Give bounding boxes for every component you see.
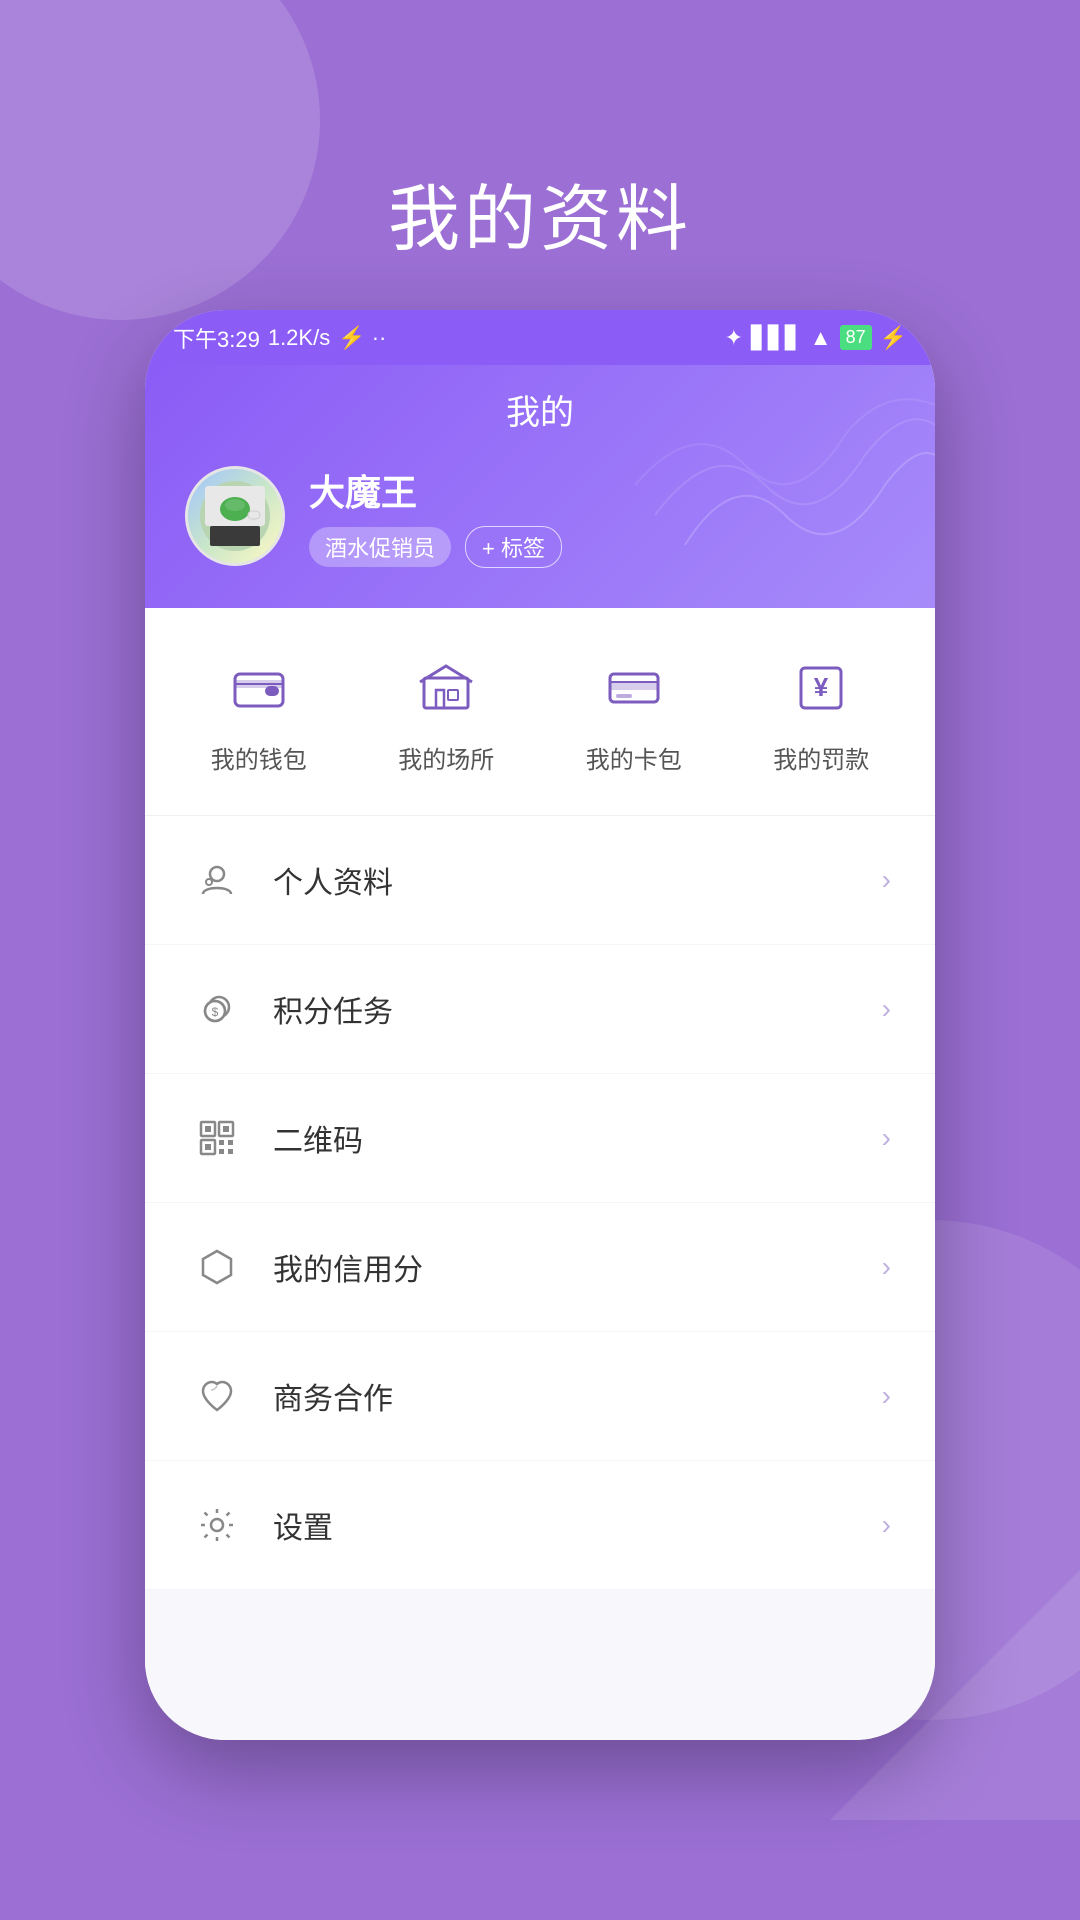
credit-arrow: › [882, 1251, 891, 1283]
action-wallet[interactable]: 我的钱包 [211, 648, 307, 775]
profile-arrow: › [882, 864, 891, 896]
wallet-icon [231, 660, 287, 716]
heart-icon [189, 1368, 245, 1424]
venue-icon-wrap [406, 648, 486, 728]
card-label: 我的卡包 [586, 740, 682, 775]
wifi-icon: ▲ [810, 325, 832, 351]
user-info: 大魔王 酒水促销员 + 标签 [309, 464, 562, 568]
user-badges: 酒水促销员 + 标签 [309, 526, 562, 568]
coins-icon: $ [189, 981, 245, 1037]
menu-item-credit[interactable]: 我的信用分 › [145, 1203, 935, 1332]
menu-item-settings[interactable]: 设置 › [145, 1461, 935, 1590]
status-time: 下午3:29 [173, 322, 260, 354]
venue-label: 我的场所 [398, 740, 494, 775]
status-network: 1.2K/s [268, 325, 330, 351]
tag-badge[interactable]: + 标签 [465, 526, 562, 568]
action-fine[interactable]: ¥ 我的罚款 [773, 648, 869, 775]
status-right: ✦ ▋▋▋ ▲ 87 ⚡ [725, 325, 907, 351]
menu-item-business[interactable]: 商务合作 › [145, 1332, 935, 1461]
menu-item-profile[interactable]: 个人资料 › [145, 816, 935, 945]
status-left: 下午3:29 1.2K/s ⚡ ·· [173, 322, 386, 354]
fine-icon-wrap: ¥ [781, 648, 861, 728]
qrcode-label: 二维码 [273, 1116, 882, 1160]
menu-list: 个人资料 › $ 积分任务 › [145, 816, 935, 1740]
svg-text:¥: ¥ [814, 672, 829, 702]
qrcode-arrow: › [882, 1122, 891, 1154]
tasks-label: 积分任务 [273, 987, 882, 1031]
app-header: 我的 大魔王 酒水促销员 [145, 365, 935, 608]
business-arrow: › [882, 1380, 891, 1412]
phone-frame: 下午3:29 1.2K/s ⚡ ·· ✦ ▋▋▋ ▲ 87 ⚡ 我的 [145, 310, 935, 1740]
tasks-arrow: › [882, 993, 891, 1025]
user-profile: 大魔王 酒水促销员 + 标签 [185, 464, 895, 568]
action-card[interactable]: 我的卡包 [586, 648, 682, 775]
action-venue[interactable]: 我的场所 [398, 648, 494, 775]
wallet-label: 我的钱包 [211, 740, 307, 775]
fine-label: 我的罚款 [773, 740, 869, 775]
quick-actions: 我的钱包 我的场所 我的卡包 [145, 608, 935, 816]
person-icon [189, 852, 245, 908]
signal-icon: ▋▋▋ [751, 325, 802, 351]
menu-item-tasks[interactable]: $ 积分任务 › [145, 945, 935, 1074]
status-bar: 下午3:29 1.2K/s ⚡ ·· ✦ ▋▋▋ ▲ 87 ⚡ [145, 310, 935, 365]
card-icon [606, 660, 662, 716]
settings-arrow: › [882, 1509, 891, 1541]
page-title: 我的资料 [0, 160, 1080, 265]
avatar-image [188, 469, 282, 563]
menu-item-qrcode[interactable]: 二维码 › [145, 1074, 935, 1203]
role-badge: 酒水促销员 [309, 527, 451, 567]
user-name: 大魔王 [309, 464, 562, 516]
svg-text:$: $ [212, 1005, 219, 1019]
qrcode-icon [189, 1110, 245, 1166]
bluetooth-icon: ✦ [725, 325, 743, 351]
empty-content-area [145, 1590, 935, 1740]
user-avatar[interactable] [185, 466, 285, 566]
venue-icon [418, 660, 474, 716]
settings-label: 设置 [273, 1503, 882, 1547]
gear-icon [189, 1497, 245, 1553]
battery-indicator: 87 [840, 325, 872, 350]
wallet-icon-wrap [219, 648, 299, 728]
charging-icon: ⚡ [880, 325, 907, 351]
fine-icon: ¥ [793, 660, 849, 716]
card-icon-wrap [594, 648, 674, 728]
credit-label: 我的信用分 [273, 1245, 882, 1289]
hexagon-icon [189, 1239, 245, 1295]
business-label: 商务合作 [273, 1374, 882, 1418]
status-dot: ⚡ ·· [338, 325, 386, 351]
profile-label: 个人资料 [273, 858, 882, 902]
